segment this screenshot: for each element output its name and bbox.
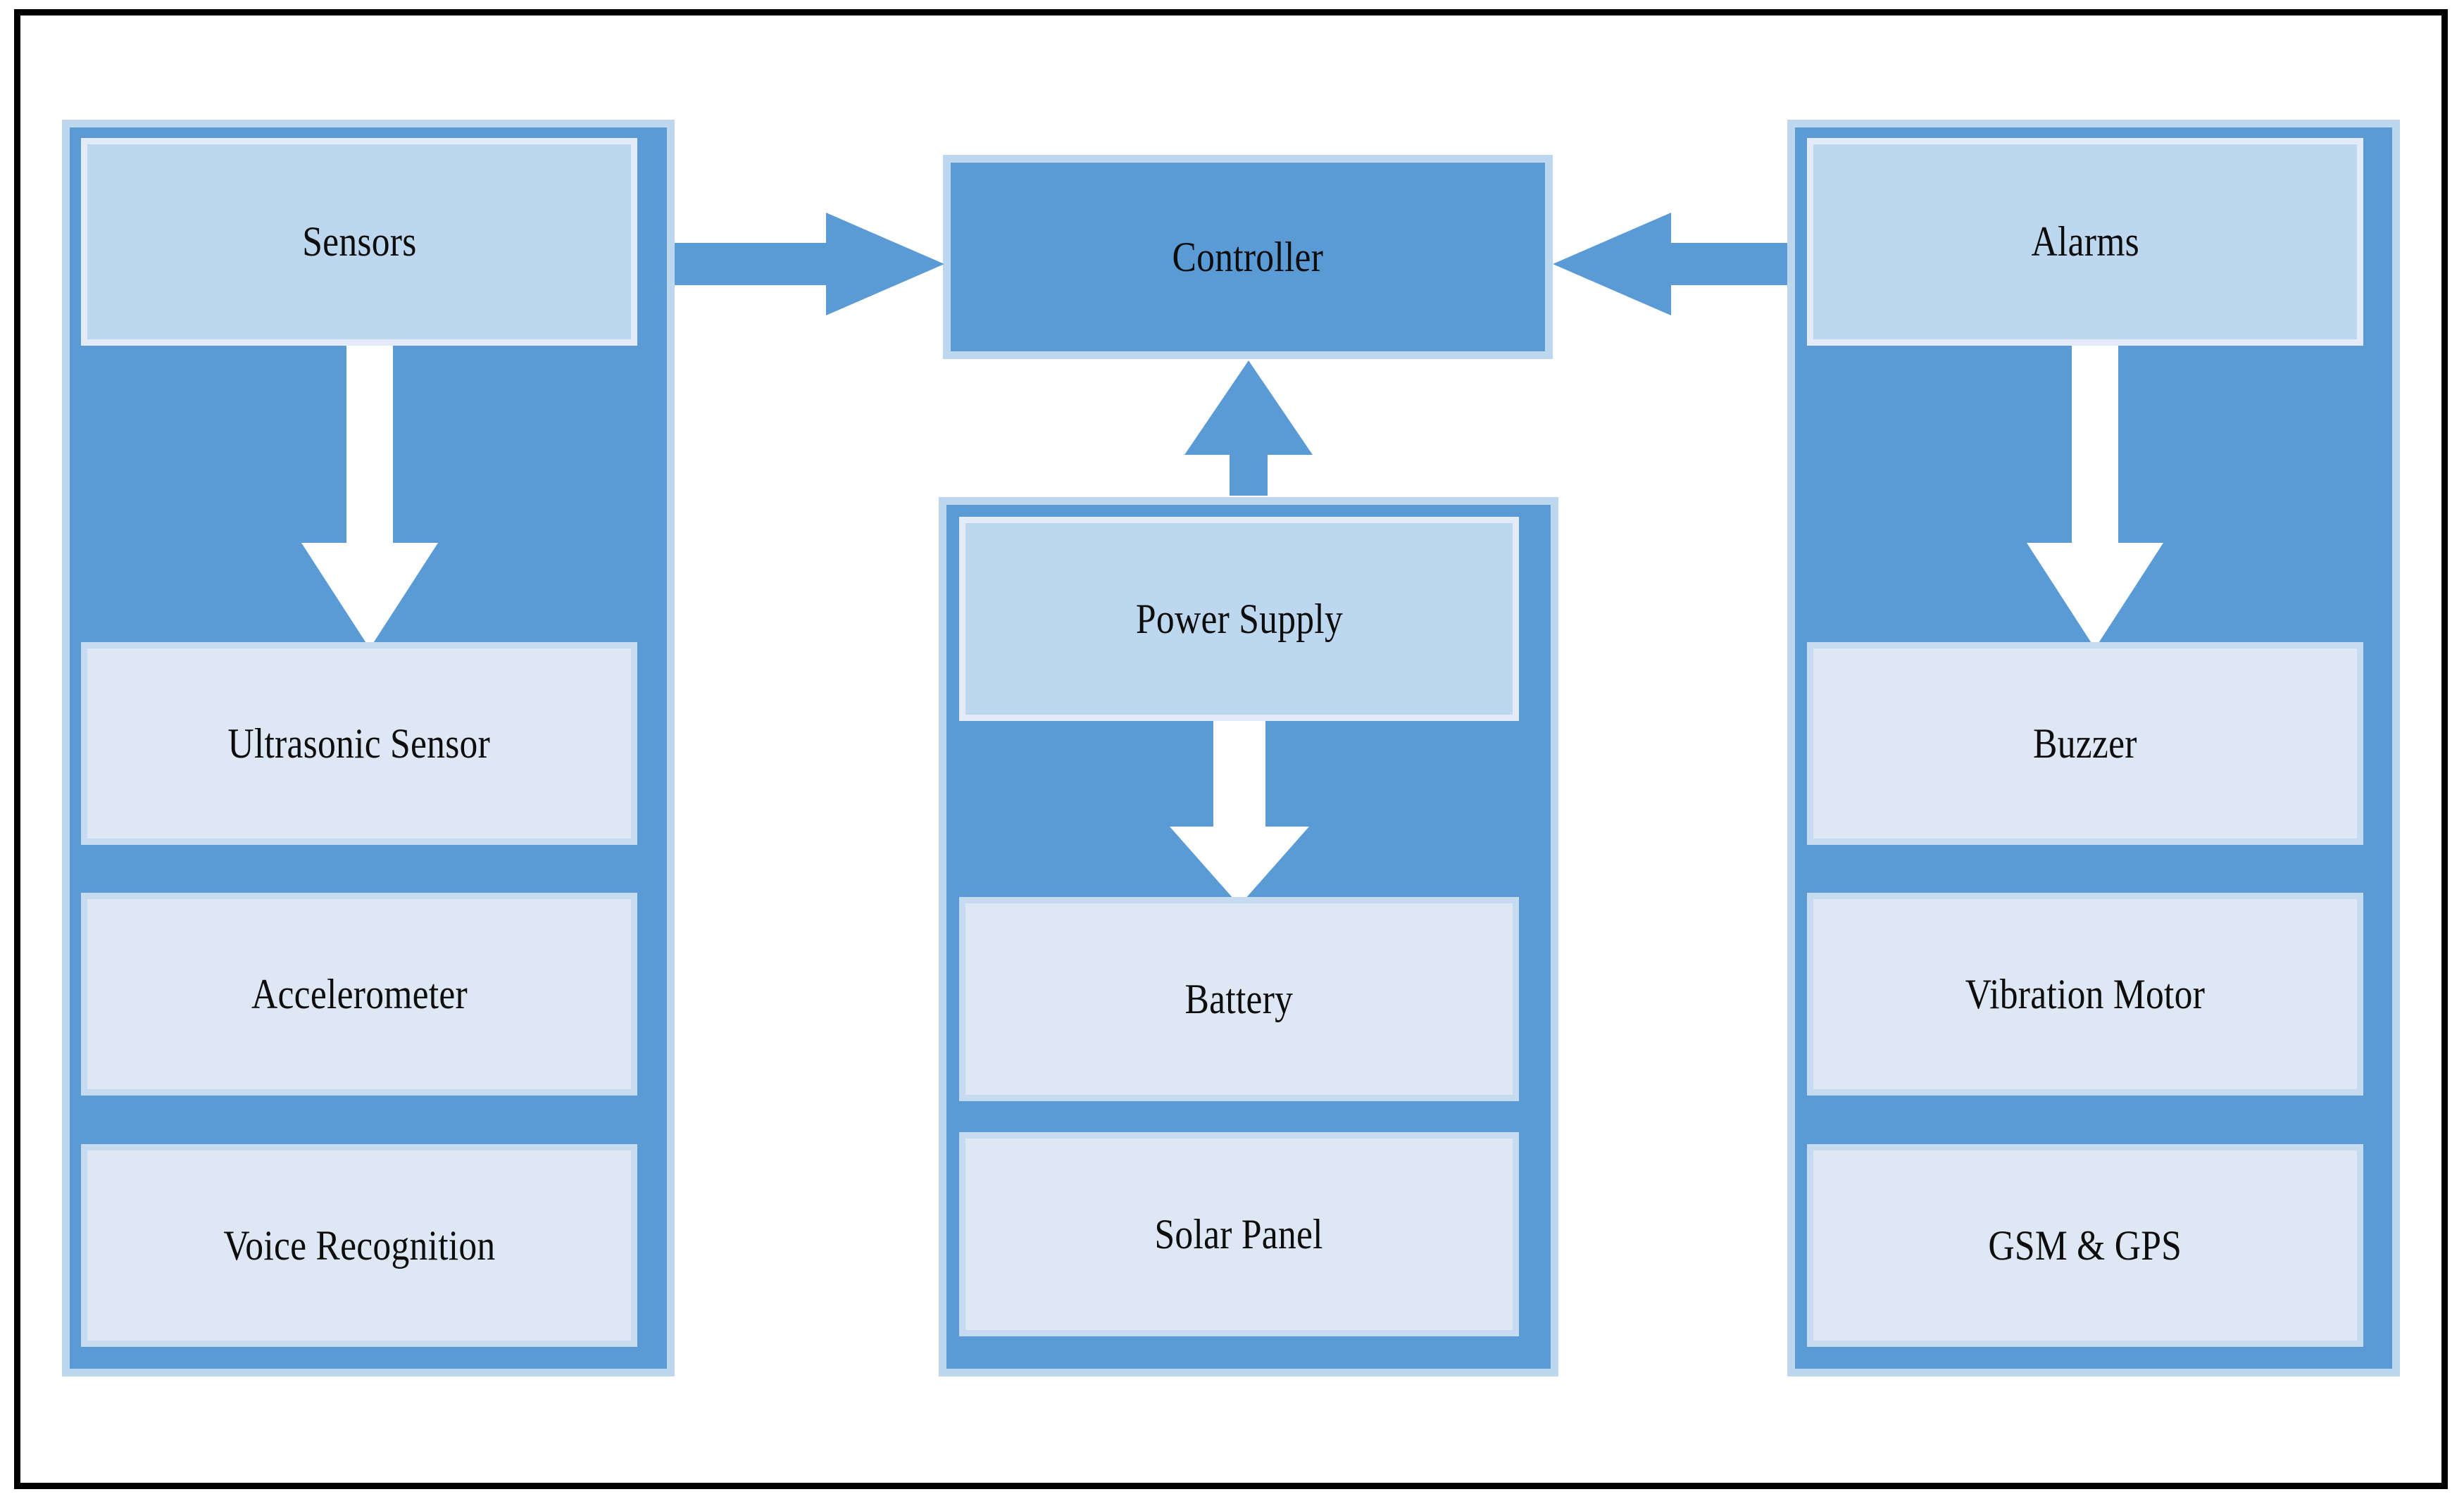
block-ultrasonic-sensor[interactable]: Ultrasonic Sensor (81, 642, 637, 845)
block-alarms-label: Alarms (2031, 218, 2139, 265)
block-solar-panel[interactable]: Solar Panel (959, 1132, 1519, 1336)
alarms-to-controller-arrow (1551, 211, 1822, 317)
block-buzzer[interactable]: Buzzer (1807, 642, 2363, 845)
block-alarms[interactable]: Alarms (1807, 138, 2363, 346)
block-ultrasonic-sensor-label: Ultrasonic Sensor (227, 720, 491, 767)
block-sensors[interactable]: Sensors (81, 138, 637, 346)
block-vibration-motor-label: Vibration Motor (1965, 970, 2206, 1017)
block-power-supply-label: Power Supply (1135, 595, 1343, 642)
power-to-controller-arrow (1182, 359, 1315, 497)
block-controller-label: Controller (1172, 233, 1324, 280)
block-accelerometer-label: Accelerometer (251, 970, 468, 1017)
block-gsm-gps-label: GSM & GPS (1988, 1222, 2182, 1269)
block-battery-label: Battery (1184, 975, 1294, 1022)
block-gsm-gps[interactable]: GSM & GPS (1807, 1144, 2363, 1347)
block-controller[interactable]: Controller (943, 155, 1553, 359)
block-accelerometer[interactable]: Accelerometer (81, 893, 637, 1096)
block-battery[interactable]: Battery (959, 897, 1519, 1101)
block-vibration-motor[interactable]: Vibration Motor (1807, 893, 2363, 1096)
sensors-to-ultrasonic-arrow (289, 346, 451, 652)
block-sensors-label: Sensors (301, 218, 417, 265)
diagram-canvas: Sensors Ultrasonic Sensor Accelerometer … (0, 0, 2464, 1506)
block-power-supply[interactable]: Power Supply (959, 517, 1519, 721)
block-solar-panel-label: Solar Panel (1154, 1210, 1324, 1257)
sensors-to-controller-arrow (675, 211, 946, 317)
block-buzzer-label: Buzzer (2033, 720, 2137, 767)
alarms-to-buzzer-arrow (2014, 346, 2176, 652)
block-voice-recognition-label: Voice Recognition (223, 1222, 496, 1269)
power-supply-to-battery-arrow (1158, 721, 1320, 908)
block-voice-recognition[interactable]: Voice Recognition (81, 1144, 637, 1347)
